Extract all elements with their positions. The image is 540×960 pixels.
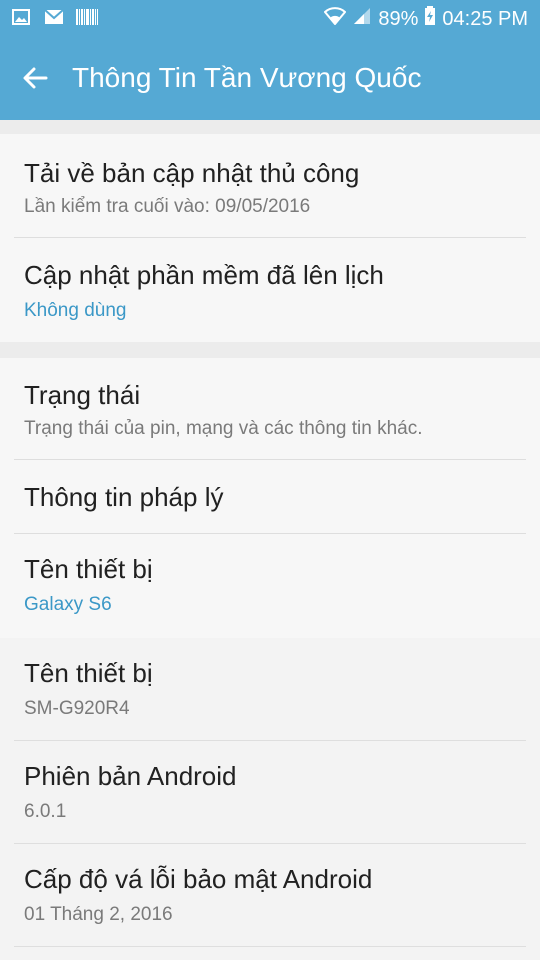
page-title: Thông Tin Tần Vương Quốc [72, 62, 422, 93]
item-title: Tên thiết bị [24, 658, 153, 688]
settings-group-info: Trạng thái Trạng thái của pin, mạng và c… [0, 358, 540, 638]
model-number-item: Tên thiết bị SM-G920R4 [0, 638, 540, 740]
signal-icon [352, 7, 372, 31]
app-bar: Thông Tin Tần Vương Quốc [0, 36, 540, 120]
item-title: Cập nhật phần mềm đã lên lịch [24, 260, 384, 290]
system-indicators: 89% 04:25 PM [323, 6, 528, 32]
item-subtitle: Không dùng [24, 300, 127, 321]
divider [14, 946, 526, 947]
back-arrow-icon [23, 67, 48, 89]
back-button[interactable] [18, 60, 54, 96]
wifi-icon [323, 7, 347, 31]
scheduled-update-item[interactable]: Cập nhật phần mềm đã lên lịch Không dùng [0, 238, 540, 342]
item-title: Trạng thái [24, 380, 141, 410]
device-name-item[interactable]: Tên thiết bị Galaxy S6 [0, 534, 540, 638]
item-subtitle: Trạng thái của pin, mạng và các thông ti… [24, 418, 423, 439]
notification-icons [12, 9, 98, 27]
security-patch-item: Cấp độ vá lỗi bảo mật Android 01 Tháng 2… [0, 844, 540, 946]
item-title: Thông tin pháp lý [24, 482, 224, 512]
email-icon [44, 9, 66, 27]
barcode-icon [76, 9, 98, 27]
battery-charging-icon [424, 6, 436, 32]
battery-percent: 89% [378, 7, 419, 30]
manual-update-item[interactable]: Tải về bản cập nhật thủ công Lần kiểm tr… [0, 134, 540, 238]
gallery-icon [12, 9, 34, 27]
status-bar: 89% 04:25 PM [0, 0, 540, 36]
item-title: Phiên bản Android [24, 761, 237, 791]
item-subtitle: Galaxy S6 [24, 594, 112, 615]
settings-list: Tải về bản cập nhật thủ công Lần kiểm tr… [0, 120, 540, 960]
settings-group-device: Tên thiết bị SM-G920R4 Phiên bản Android… [0, 638, 540, 960]
status-item[interactable]: Trạng thái Trạng thái của pin, mạng và c… [0, 358, 540, 460]
clock: 04:25 PM [442, 7, 528, 30]
android-version-item[interactable]: Phiên bản Android 6.0.1 [0, 741, 540, 843]
item-title: Cấp độ vá lỗi bảo mật Android [24, 864, 373, 894]
settings-group-update: Tải về bản cập nhật thủ công Lần kiểm tr… [0, 134, 540, 342]
item-subtitle: 6.0.1 [24, 801, 67, 822]
item-subtitle: Lần kiểm tra cuối vào: 09/05/2016 [24, 196, 311, 217]
item-title: Tên thiết bị [24, 554, 153, 584]
item-subtitle: 01 Tháng 2, 2016 [24, 904, 173, 925]
item-subtitle: SM-G920R4 [24, 698, 130, 719]
item-title: Tải về bản cập nhật thủ công [24, 158, 360, 188]
legal-info-item[interactable]: Thông tin pháp lý [0, 460, 540, 534]
